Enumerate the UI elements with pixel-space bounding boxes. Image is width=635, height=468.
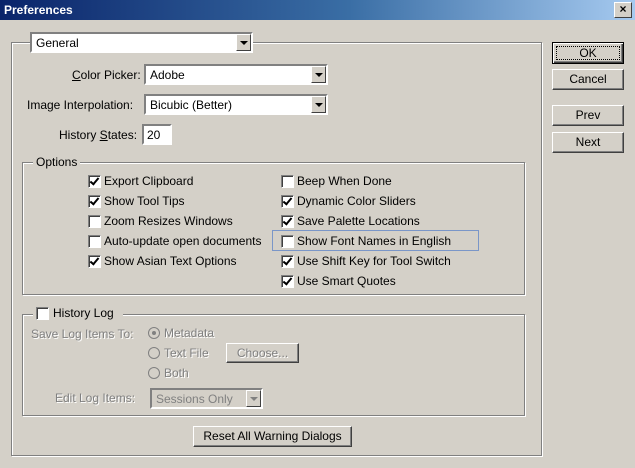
checkbox[interactable] — [88, 235, 101, 248]
checkbox[interactable] — [281, 195, 294, 208]
checkbox-label: Save Palette Locations — [297, 214, 420, 228]
ok-button[interactable]: OK — [552, 42, 624, 64]
section-select-value: General — [36, 36, 79, 50]
option-use-smart-quotes[interactable]: Use Smart Quotes — [281, 274, 481, 290]
chevron-down-icon[interactable] — [311, 66, 326, 83]
options-title: Options — [33, 155, 81, 169]
interpolation-value: Bicubic (Better) — [150, 98, 233, 112]
interpolation-label: Image Interpolation: — [27, 98, 134, 112]
edit-log-select[interactable]: Sessions Only — [150, 388, 263, 409]
checkbox-label: Show Asian Text Options — [104, 254, 237, 268]
chevron-down-icon[interactable] — [246, 390, 261, 407]
history-log-title: History Log — [53, 306, 114, 320]
radio-label: Both — [164, 366, 189, 380]
color-picker-label: Color Picker: — [72, 68, 141, 82]
interpolation-select[interactable]: Bicubic (Better) — [144, 94, 328, 115]
history-states-label: History States: — [59, 128, 138, 142]
checkbox-label: Show Tool Tips — [104, 194, 185, 208]
reset-warnings-button[interactable]: Reset All Warning Dialogs — [193, 426, 352, 447]
option-beep-when-done[interactable]: Beep When Done — [281, 174, 481, 190]
edit-log-value: Sessions Only — [156, 392, 233, 406]
section-select[interactable]: General — [30, 32, 253, 53]
checkbox[interactable] — [88, 175, 101, 188]
option-show-tool-tips[interactable]: Show Tool Tips — [88, 194, 278, 210]
radio-button[interactable] — [148, 367, 160, 379]
edit-log-label: Edit Log Items: — [55, 391, 136, 405]
checkbox-label: Beep When Done — [297, 174, 392, 188]
checkbox[interactable] — [281, 255, 294, 268]
ok-button-label: OK — [553, 43, 623, 63]
close-button[interactable]: × — [614, 2, 632, 18]
reset-warnings-label: Reset All Warning Dialogs — [203, 429, 342, 443]
window-title: Preferences — [4, 3, 73, 17]
radio-metadata[interactable]: Metadata — [148, 326, 228, 342]
choose-button[interactable]: Choose... — [226, 343, 299, 363]
next-button-label: Next — [575, 135, 601, 149]
checkbox[interactable] — [281, 235, 294, 248]
cancel-button[interactable]: Cancel — [552, 69, 624, 90]
cancel-button-label: Cancel — [569, 72, 607, 86]
checkbox[interactable] — [36, 307, 49, 320]
chevron-down-icon[interactable] — [311, 96, 326, 113]
radio-label: Metadata — [164, 326, 215, 340]
prev-button[interactable]: Prev — [552, 105, 624, 126]
history-states-value: 20 — [147, 128, 161, 142]
radio-text-file[interactable]: Text File — [148, 346, 228, 362]
option-save-palette-locations[interactable]: Save Palette Locations — [281, 214, 481, 230]
color-picker-select[interactable]: Adobe — [144, 64, 328, 85]
title-bar[interactable]: Preferences × — [0, 0, 635, 20]
checkbox[interactable] — [88, 255, 101, 268]
next-button[interactable]: Next — [552, 132, 624, 153]
checkbox[interactable] — [88, 195, 101, 208]
chevron-down-icon[interactable] — [236, 34, 251, 51]
option-show-font-names-english[interactable]: Show Font Names in English — [281, 234, 477, 250]
checkbox[interactable] — [88, 215, 101, 228]
option-export-clipboard[interactable]: Export Clipboard — [88, 174, 278, 190]
checkbox-label: Export Clipboard — [104, 174, 194, 188]
choose-button-label: Choose... — [236, 346, 289, 360]
radio-button[interactable] — [148, 327, 160, 339]
option-zoom-resizes-windows[interactable]: Zoom Resizes Windows — [88, 214, 278, 230]
prev-button-label: Prev — [575, 108, 601, 122]
radio-label: Text File — [164, 346, 209, 360]
history-states-input[interactable]: 20 — [142, 124, 172, 145]
radio-button[interactable] — [148, 347, 160, 359]
checkbox[interactable] — [281, 175, 294, 188]
history-log-toggle[interactable]: History Log — [33, 306, 123, 322]
option-auto-update-documents[interactable]: Auto-update open documents — [88, 234, 278, 250]
checkbox-label: Dynamic Color Sliders — [297, 194, 416, 208]
checkbox[interactable] — [281, 275, 294, 288]
color-picker-value: Adobe — [150, 68, 185, 82]
checkbox-label: Use Smart Quotes — [297, 274, 396, 288]
option-use-shift-key[interactable]: Use Shift Key for Tool Switch — [281, 254, 481, 270]
radio-both[interactable]: Both — [148, 366, 228, 382]
checkbox-label: Show Font Names in English — [297, 234, 452, 248]
close-icon: × — [619, 2, 627, 16]
save-log-label: Save Log Items To: — [31, 327, 134, 341]
checkbox-label: Use Shift Key for Tool Switch — [297, 254, 451, 268]
option-dynamic-color-sliders[interactable]: Dynamic Color Sliders — [281, 194, 481, 210]
option-show-asian-text[interactable]: Show Asian Text Options — [88, 254, 278, 270]
checkbox-label: Auto-update open documents — [104, 234, 262, 248]
checkbox-label: Zoom Resizes Windows — [104, 214, 233, 228]
checkbox[interactable] — [281, 215, 294, 228]
